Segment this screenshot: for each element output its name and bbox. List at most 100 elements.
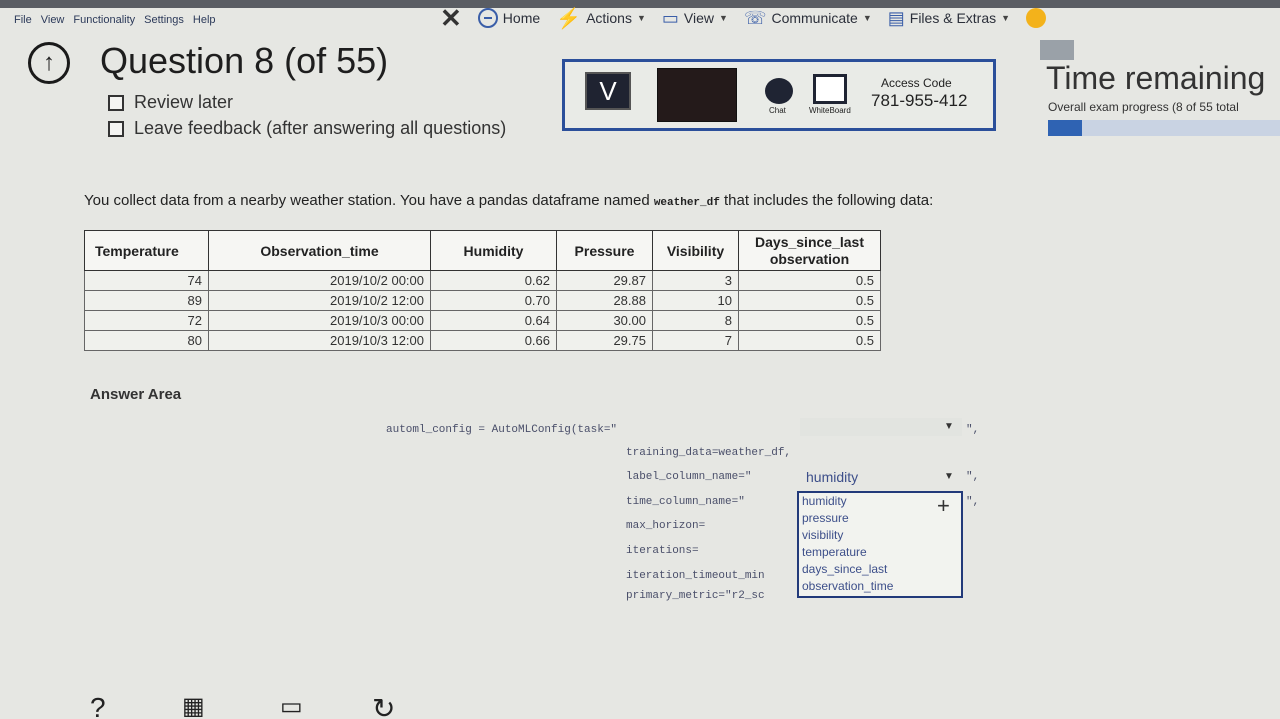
table-row: 80 2019/10/3 12:00 0.66 29.75 7 0.5 <box>84 330 881 351</box>
toolbar-communicate[interactable]: ☏ Communicate ▼ <box>744 8 872 29</box>
calculator-icon[interactable]: ▦ <box>182 692 205 719</box>
answer-area-label: Answer Area <box>90 386 182 403</box>
window-icon[interactable]: ▭ <box>280 692 303 719</box>
exam-progress-label: Overall exam progress (8 of 55 total <box>1048 100 1239 114</box>
toolbar-home-label: Home <box>502 10 541 26</box>
code-line-time-column: time_column_name=" <box>626 496 745 508</box>
question-title: Question 8 (of 55) <box>100 40 389 81</box>
toolbar-actions-label: Actions <box>586 10 632 26</box>
header-visibility: Visibility <box>652 230 739 271</box>
toolbar-view-label: View <box>683 10 715 26</box>
whiteboard-label: WhiteBoard <box>809 106 851 115</box>
code-line-max-horizon: max_horizon= <box>626 520 706 532</box>
toolbar-files[interactable]: ▤ Files & Extras ▼ <box>888 8 1010 29</box>
table-cell: 89 <box>84 290 209 311</box>
whiteboard-icon[interactable] <box>813 74 847 104</box>
table-cell: 0.70 <box>430 290 557 311</box>
table-cell: 10 <box>652 290 739 311</box>
menu-file[interactable]: File <box>14 14 32 26</box>
code-line-automl: automl_config = AutoMLConfig(task=" <box>386 424 618 436</box>
table-cell: 30.00 <box>556 310 653 331</box>
table-row: 74 2019/10/2 00:00 0.62 29.87 3 0.5 <box>84 270 881 291</box>
prompt-code: weather_df <box>653 197 720 209</box>
header-temperature: Temperature <box>84 230 209 271</box>
code-line-label: label_column_name=" <box>626 471 752 483</box>
table-cell: 28.88 <box>556 290 653 311</box>
table-cell: 7 <box>652 330 739 351</box>
session-v-button[interactable]: V <box>585 72 631 110</box>
table-cell: 0.66 <box>430 330 557 351</box>
table-cell: 2019/10/3 12:00 <box>208 330 431 351</box>
label-column-dropdown[interactable]: humidity ▼ <box>800 468 962 486</box>
menu-functionality[interactable]: Functionality <box>73 14 135 26</box>
menu-settings[interactable]: Settings <box>144 14 184 26</box>
remote-toolbar: ✕ Home ⚡ Actions ▼ ▭ View ▼ ☏ Communicat… <box>440 0 1047 36</box>
access-code-label: Access Code <box>881 76 952 90</box>
task-dropdown[interactable]: ▼ <box>800 418 962 436</box>
chevron-down-icon: ▼ <box>636 13 646 23</box>
time-remaining-label: Time remaining <box>1046 60 1266 96</box>
toolbar-communicate-label: Communicate <box>771 10 858 26</box>
chevron-down-icon: ▼ <box>719 13 728 23</box>
table-cell: 74 <box>84 270 209 291</box>
files-icon: ▤ <box>887 7 905 28</box>
table-row: 89 2019/10/2 12:00 0.70 28.88 10 0.5 <box>84 290 881 311</box>
chevron-down-icon: ▼ <box>944 471 954 482</box>
header-observation-time: Observation_time <box>208 230 431 271</box>
remote-session-panel: V Chat WhiteBoard Access Code 781-955-41… <box>562 59 996 131</box>
dropdown-option[interactable]: temperature <box>799 544 961 561</box>
table-cell: 0.62 <box>430 270 557 291</box>
monitor-icon: ▭ <box>661 7 679 28</box>
table-cell: 29.87 <box>556 270 653 291</box>
menu-view[interactable]: View <box>41 14 65 26</box>
refresh-icon[interactable]: ↻ <box>372 692 395 719</box>
code-line-iterations: iterations= <box>626 545 699 557</box>
time-column-dropdown-list[interactable]: humidity pressure visibility temperature… <box>797 491 963 598</box>
table-cell: 29.75 <box>556 330 653 351</box>
chevron-down-icon: ▼ <box>944 421 954 432</box>
toolbar-actions[interactable]: ⚡ Actions ▼ <box>556 6 646 31</box>
weather-data-table: Temperature Observation_time Humidity Pr… <box>84 230 881 351</box>
table-cell: 0.5 <box>738 310 881 331</box>
close-icon[interactable]: ✕ <box>440 3 462 34</box>
help-icon[interactable]: ? <box>90 692 106 719</box>
review-later-checkbox[interactable]: Review later <box>108 92 233 113</box>
back-arrow-icon[interactable]: ↑ <box>28 42 70 84</box>
leave-feedback-checkbox[interactable]: Leave feedback (after answering all ques… <box>108 118 506 139</box>
exam-progress-fill <box>1048 120 1082 136</box>
prompt-text-2: that includes the following data: <box>719 192 934 209</box>
code-line-primary-metric: primary_metric="r2_sc <box>626 590 765 602</box>
table-row: 72 2019/10/3 00:00 0.64 30.00 8 0.5 <box>84 310 881 331</box>
toolbar-view[interactable]: ▭ View ▼ <box>662 8 728 29</box>
chat-icon[interactable] <box>765 78 793 104</box>
grid-icon[interactable] <box>1040 40 1074 60</box>
code-trail: ", <box>966 424 980 436</box>
access-code-value: 781-955-412 <box>871 91 968 110</box>
code-trail: ", <box>966 496 980 508</box>
webcam-video <box>657 68 737 122</box>
table-cell: 2019/10/2 12:00 <box>208 290 431 311</box>
checkbox-icon[interactable] <box>108 120 124 137</box>
dropdown-option[interactable]: observation_time <box>799 578 961 595</box>
table-cell: 2019/10/3 00:00 <box>208 310 431 331</box>
dropdown-option[interactable]: days_since_last <box>799 561 961 578</box>
exam-progress-bar <box>1048 120 1280 136</box>
label-column-value: humidity <box>806 469 859 485</box>
table-cell: 0.5 <box>738 270 881 291</box>
table-cell: 72 <box>84 310 209 331</box>
menu-bar: File View Functionality Settings Help <box>0 8 420 32</box>
dropdown-option[interactable]: visibility <box>799 527 961 544</box>
checkbox-icon[interactable] <box>108 94 124 111</box>
table-header-row: Temperature Observation_time Humidity Pr… <box>84 230 881 271</box>
smiley-icon[interactable] <box>1026 8 1047 28</box>
table-cell: 8 <box>652 310 739 331</box>
table-cell: 0.5 <box>738 330 881 351</box>
phone-icon: ☏ <box>743 7 767 28</box>
question-prompt: You collect data from a nearby weather s… <box>84 192 933 209</box>
chevron-down-icon: ▼ <box>862 13 872 23</box>
menu-help[interactable]: Help <box>193 14 216 26</box>
table-cell: 0.64 <box>430 310 557 331</box>
header-humidity: Humidity <box>430 230 557 271</box>
header-pressure: Pressure <box>556 230 653 271</box>
toolbar-home[interactable]: Home <box>477 8 541 28</box>
